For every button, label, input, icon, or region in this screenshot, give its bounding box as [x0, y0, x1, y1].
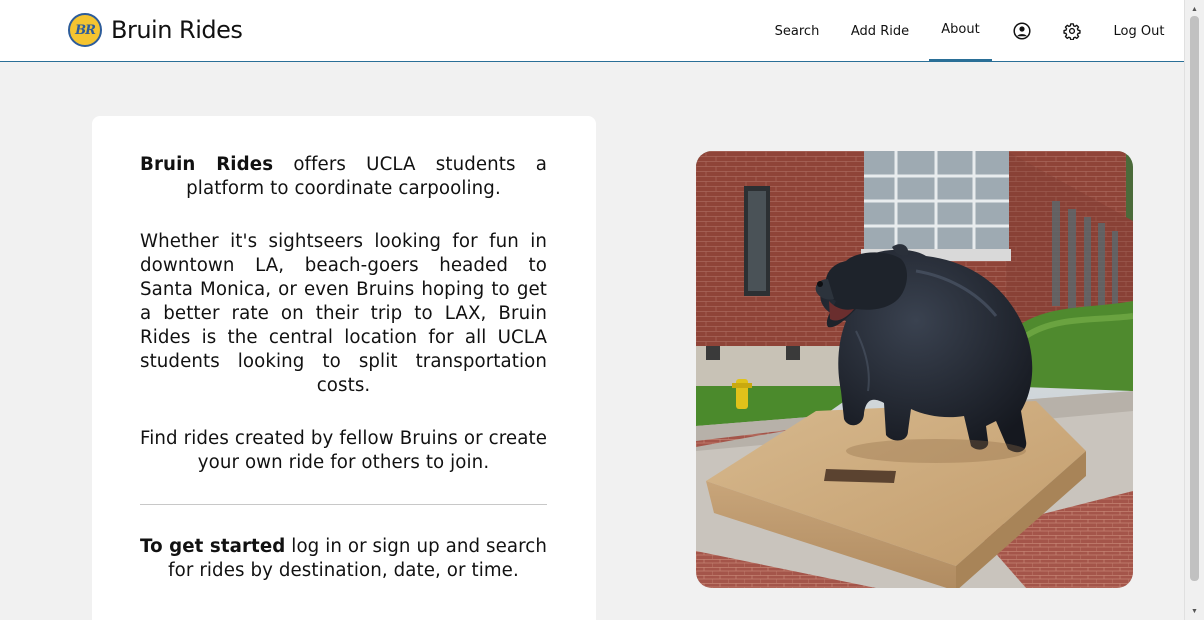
about-card: Bruin Rides offers UCLA students a platf… [92, 116, 596, 620]
logout-link[interactable]: Log Out [1106, 0, 1172, 62]
gear-icon [1063, 23, 1081, 40]
nav-about-link[interactable]: About [929, 0, 992, 62]
nav-add-ride-link[interactable]: Add Ride [846, 0, 914, 62]
top-navbar: BR Bruin Rides Search Add Ride About Log… [0, 0, 1184, 62]
nav-search-link[interactable]: Search [766, 0, 828, 62]
bruin-bear-illustration [696, 151, 1133, 588]
intro-paragraph: Bruin Rides offers UCLA students a platf… [140, 153, 547, 201]
bruin-bear-statue-photo [696, 151, 1133, 588]
brand[interactable]: BR Bruin Rides [68, 13, 243, 47]
profile-button[interactable] [1008, 0, 1036, 62]
scroll-down-arrow-icon[interactable]: ▼ [1185, 604, 1204, 618]
get-started-label: To get started [140, 536, 286, 557]
about-content: Bruin Rides offers UCLA students a platf… [140, 153, 547, 583]
user-circle-icon [1013, 22, 1031, 40]
description-paragraph: Whether it's sightseers looking for fun … [140, 231, 547, 396]
vertical-scrollbar[interactable]: ▲ ▼ [1184, 0, 1204, 620]
settings-button[interactable] [1058, 0, 1086, 62]
scroll-up-arrow-icon[interactable]: ▲ [1185, 2, 1204, 16]
app-title: Bruin Rides [111, 16, 243, 44]
divider [140, 504, 547, 505]
find-rides-paragraph: Find rides created by fellow Bruins or c… [140, 428, 547, 473]
intro-brand-name: Bruin Rides [140, 154, 274, 175]
scroll-thumb[interactable] [1190, 16, 1199, 581]
bruin-rides-logo: BR [68, 13, 102, 47]
get-started-paragraph: To get started log in or sign up and sea… [140, 535, 547, 583]
